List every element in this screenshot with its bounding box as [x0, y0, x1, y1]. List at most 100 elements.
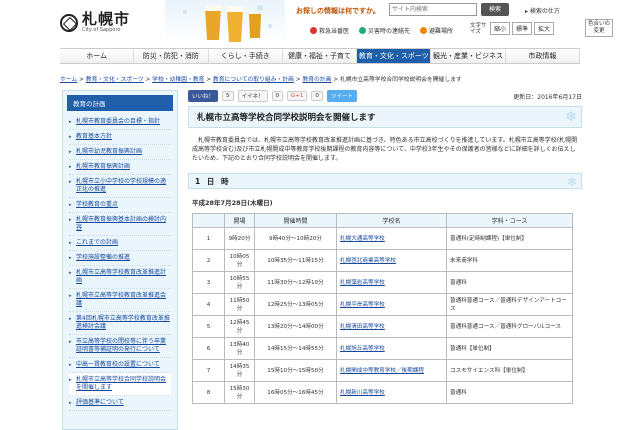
- sidebar-item[interactable]: 札幌市教育委員会の目標・指針: [69, 115, 171, 130]
- breadcrumb-link[interactable]: 教育についての取り組み・計画: [213, 77, 294, 83]
- gplus-button[interactable]: G+1: [287, 91, 308, 101]
- school-name-cell: 札幌清田高等学校: [336, 315, 447, 338]
- emergency-link[interactable]: 避難場所: [420, 26, 453, 35]
- open-time-cell: 10時05分: [224, 249, 255, 272]
- row-number-cell: 5: [192, 315, 225, 338]
- school-name-link[interactable]: 札幌開成中等教育学校／後期課程: [340, 368, 424, 374]
- intro-text: 札幌市教育委員会では、札幌市立高等学校教育改革推進計画に基づき、特色ある市立高校…: [192, 137, 578, 162]
- schedule-table: 開場 開催時間 学校名 学科・コース 1 9時20分 9時40分〜10時20分 札幌大…: [192, 213, 573, 404]
- breadcrumb: ホーム > 教育・文化・スポーツ > 学校・幼稚園・教育 > 教育についての取り…: [60, 77, 462, 83]
- session-time-cell: 9時40分〜10時20分: [254, 227, 337, 250]
- nav-safety[interactable]: 防災・防犯・消防: [134, 49, 209, 63]
- nav-home[interactable]: ホーム: [60, 49, 135, 63]
- table-header-row: 開場 開催時間 学校名 学科・コース: [192, 213, 573, 228]
- table-row: 7 14時35分 15時10分〜15時50分 札幌開成中等教育学校／後期課程 コスモサイ…: [192, 359, 573, 382]
- sidebar-item[interactable]: 札幌市立小中学校の学校規模の適正化の推進: [69, 175, 171, 198]
- logo-text: 札幌市: [82, 10, 131, 28]
- open-time-cell: 10時55分: [224, 271, 255, 294]
- sidebar: 教育の計画 札幌市教育委員会の目標・指針 教育基本方針 札幌市幼児教育振興計画 …: [62, 90, 178, 430]
- sidebar-item[interactable]: 第4回札幌市立高等学校教育改革推進検討会議: [69, 312, 171, 335]
- tweet-button[interactable]: ツイート: [326, 90, 357, 102]
- sidebar-item[interactable]: 中高一貫教育校の設置について: [69, 358, 171, 373]
- course-name-cell: 普通科(定時制課程)【単位制】: [446, 227, 573, 250]
- row-number-cell: 6: [192, 337, 225, 360]
- sidebar-item[interactable]: 教育基本方針: [69, 130, 171, 145]
- school-name-cell: 札幌旭丘高等学校: [336, 337, 447, 360]
- sidebar-item[interactable]: 市立高等学校の閉校等に伴う卒業証明書等補証明の発行について: [69, 335, 171, 358]
- disaster-icon: [359, 27, 367, 34]
- open-time-cell: 15時30分: [224, 381, 255, 404]
- course-name-cell: コスモサイエンス科【単位制】: [446, 359, 573, 382]
- breadcrumb-link[interactable]: ホーム: [60, 77, 77, 83]
- nav-city-info[interactable]: 市政情報: [505, 49, 580, 63]
- search-help-link[interactable]: ▸ 検索の仕方: [525, 6, 560, 15]
- open-time-cell: 11時50分: [224, 293, 255, 316]
- section-title: 1 日 時: [195, 176, 231, 186]
- site-header: 札幌市 City of Sapporo お探しの情報は何ですか。 検索 ▸ 検索…: [0, 0, 640, 44]
- event-date: 平成28年7月28日(木曜日): [192, 199, 273, 207]
- open-time-cell: 12時45分: [224, 315, 255, 338]
- page-title-bar: 札幌市立高等学校合同学校説明会を開催します: [188, 106, 582, 128]
- sidebar-heading[interactable]: 教育の計画: [67, 95, 173, 111]
- global-nav: ホーム 防災・防犯・消防 くらし・手続き 健康・福祉・子育て 教育・文化・スポー…: [60, 48, 580, 64]
- beer-banner-image: [165, 0, 285, 44]
- header-course: 学科・コース: [446, 213, 573, 228]
- color-change-button[interactable]: 色合いの変更: [585, 19, 613, 37]
- school-name-link[interactable]: 札幌清田高等学校: [340, 324, 385, 330]
- session-time-cell: 16時05分〜16時45分: [254, 381, 337, 404]
- sidebar-item[interactable]: 評価基準について: [69, 396, 171, 411]
- sidebar-item[interactable]: 札幌市幼児教育振興計画: [69, 145, 171, 160]
- breadcrumb-link[interactable]: 学校・幼稚園・教育: [152, 77, 204, 83]
- emergency-link[interactable]: 救急当番医: [310, 26, 349, 35]
- table-row: 6 13時40分 14時15分〜14時55分 札幌旭丘高等学校 普通科【単位制】: [192, 337, 573, 360]
- sidebar-item[interactable]: 札幌市立高等学校教育改革推進会議: [69, 289, 171, 312]
- nav-tourism[interactable]: 観光・産業・ビジネス: [431, 49, 506, 63]
- sidebar-item-current[interactable]: 札幌市立高等学校合同学校説明会を開催します: [69, 373, 171, 396]
- school-name-link[interactable]: 札幌旭丘高等学校: [340, 346, 385, 352]
- school-name-link[interactable]: 札幌新川高等学校: [340, 390, 385, 396]
- breadcrumb-link[interactable]: 教育・文化・スポーツ: [86, 77, 144, 83]
- facebook-like-button[interactable]: いいね！: [188, 90, 219, 102]
- sidebar-item[interactable]: 札幌市立高等学校教育改革推進計画: [69, 266, 171, 289]
- row-number-cell: 8: [192, 381, 225, 404]
- sidebar-item[interactable]: 札幌市教育振興計画: [69, 160, 171, 175]
- school-name-link[interactable]: 札幌啓北商業高等学校: [340, 258, 396, 264]
- sidebar-item[interactable]: 学校教育の重点: [69, 198, 171, 213]
- medical-icon: [310, 27, 317, 34]
- sidebar-item[interactable]: 札幌市教育振興基本計画の検討内容: [69, 213, 171, 236]
- sidebar-item[interactable]: これまでの計画: [69, 236, 171, 251]
- nav-health[interactable]: 健康・福祉・子育て: [282, 49, 358, 63]
- table-row: 8 15時30分 16時05分〜16時45分 札幌新川高等学校 普通科: [192, 381, 573, 404]
- header-time: 開催時間: [254, 213, 337, 228]
- nav-living[interactable]: くらし・手続き: [208, 49, 283, 63]
- nav-education[interactable]: 教育・文化・スポーツ: [357, 49, 432, 63]
- sidebar-item[interactable]: 学校施設整備の推進: [69, 251, 171, 266]
- row-number-cell: 1: [192, 227, 225, 250]
- course-name-cell: 普通科普通コース／普通科デザインアートコース: [446, 293, 573, 316]
- school-name-cell: 札幌平岸高等学校: [336, 293, 447, 316]
- session-time-cell: 10時35分〜11時15分: [254, 249, 337, 272]
- school-name-link[interactable]: 札幌平岸高等学校: [340, 302, 385, 308]
- breadcrumb-link[interactable]: 教育の計画: [302, 77, 331, 83]
- session-time-cell: 14時15分〜14時55分: [254, 337, 337, 360]
- school-name-link[interactable]: 札幌大通高等学校: [340, 236, 385, 242]
- row-number-cell: 3: [192, 271, 225, 294]
- search-input[interactable]: [389, 3, 477, 16]
- emergency-links: 救急当番医 災害時の連絡先 避難場所: [310, 26, 453, 35]
- table-row: 2 10時05分 10時35分〜11時15分 札幌啓北商業高等学校 未来商学科: [192, 249, 573, 272]
- row-number-cell: 2: [192, 249, 225, 272]
- header-no: [192, 213, 225, 228]
- city-seal-icon: [60, 13, 78, 32]
- shelter-icon: [420, 27, 428, 34]
- emergency-link[interactable]: 災害時の連絡先: [359, 26, 410, 35]
- table-row: 3 10時55分 11時30分〜12時10分 札幌藻岩高等学校 普通科: [192, 271, 573, 294]
- font-standard-button[interactable]: 標準: [512, 22, 533, 35]
- font-enlarge-button[interactable]: 拡大: [534, 22, 555, 35]
- site-logo[interactable]: 札幌市 City of Sapporo: [60, 12, 130, 33]
- header-school: 学校名: [336, 213, 447, 228]
- font-shrink-button[interactable]: 縮小: [490, 22, 511, 35]
- search-button[interactable]: 検索: [481, 3, 509, 16]
- section-heading-bar: 1 日 時: [188, 173, 582, 189]
- school-name-link[interactable]: 札幌藻岩高等学校: [340, 280, 385, 286]
- mixi-iine-button[interactable]: イイネ！: [237, 90, 268, 102]
